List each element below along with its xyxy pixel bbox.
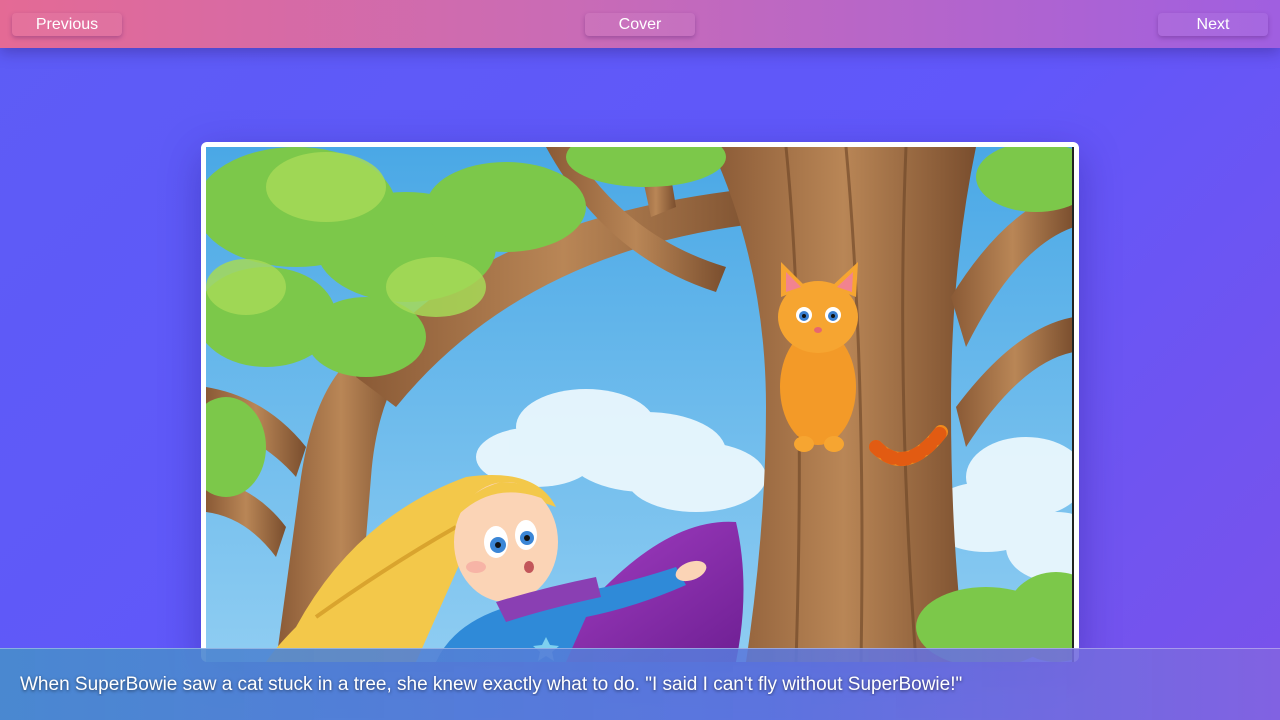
illustration-image: [206, 147, 1072, 662]
story-page-frame: [201, 142, 1079, 662]
story-caption: When SuperBowie saw a cat stuck in a tre…: [20, 674, 963, 695]
cover-button[interactable]: Cover: [585, 13, 695, 36]
story-illustration: [206, 147, 1074, 662]
next-button[interactable]: Next: [1158, 13, 1268, 36]
previous-button[interactable]: Previous: [12, 13, 122, 36]
top-navigation-bar: Previous Cover Next: [0, 0, 1280, 48]
caption-bar: When SuperBowie saw a cat stuck in a tre…: [0, 648, 1280, 720]
